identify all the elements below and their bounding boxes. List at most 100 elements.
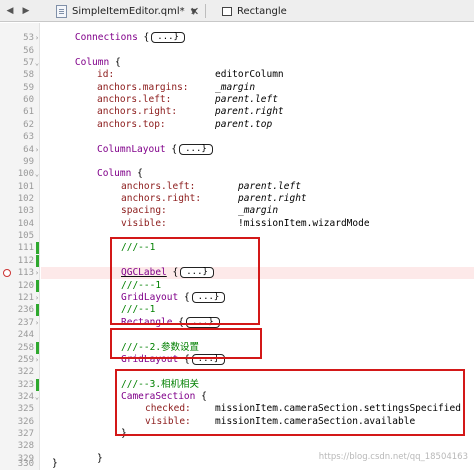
brace: { bbox=[172, 267, 179, 278]
property-value: missionItem.cameraSection.settingsSpecif… bbox=[215, 403, 461, 414]
code-line: 326 visible: missionItem.cameraSection.a… bbox=[0, 416, 474, 428]
property-key: id: bbox=[97, 69, 115, 80]
code-line: 103 spacing: _margin bbox=[0, 205, 474, 217]
code-line: 258 ///--2.参数设置 bbox=[0, 341, 474, 354]
line-number: 237 bbox=[17, 317, 34, 328]
line-number: 59 bbox=[23, 82, 34, 93]
modified-marker bbox=[36, 279, 39, 292]
file-tab-label: SimpleItemEditor.qml* bbox=[72, 5, 185, 17]
folded-block[interactable]: ...} bbox=[151, 32, 185, 43]
type-name: CameraSection bbox=[121, 391, 196, 402]
collapse-fold-icon[interactable]: ⌄ bbox=[34, 168, 40, 180]
line-number: 323 bbox=[17, 379, 34, 390]
expand-fold-icon[interactable]: › bbox=[34, 292, 40, 304]
property-key: visible: bbox=[121, 217, 167, 229]
code-line: 64 › ColumnLayout {...} bbox=[0, 143, 474, 156]
property-value: !missionItem.wizardMode bbox=[238, 217, 370, 229]
file-tab[interactable]: SimpleItemEditor.qml* ▼ bbox=[52, 0, 202, 22]
line-number: 100 bbox=[17, 169, 34, 179]
expand-fold-icon[interactable]: › bbox=[34, 317, 40, 329]
property-key: anchors.top: bbox=[97, 118, 166, 130]
nav-back-icon[interactable]: ◀ bbox=[4, 0, 16, 22]
property-value: editorColumn bbox=[215, 69, 284, 80]
code-line: 259 › GridLayout {...} bbox=[0, 354, 474, 366]
code-line: 57 ⌄ Column { bbox=[0, 57, 474, 69]
brace: { bbox=[171, 143, 178, 155]
line-number: 322 bbox=[17, 367, 34, 377]
code-editor[interactable]: 53 › Connections {...} 56 57 ⌄ Column { … bbox=[0, 23, 474, 470]
expand-fold-icon[interactable]: › bbox=[34, 32, 40, 44]
closing-brace: } bbox=[52, 458, 58, 469]
code-line: 322 bbox=[0, 366, 474, 378]
code-line: 62 anchors.top: parent.top bbox=[0, 119, 474, 131]
code-line: 56 bbox=[0, 45, 474, 57]
folded-block[interactable]: ...} bbox=[179, 143, 213, 155]
code-line: 53 › Connections {...} bbox=[0, 32, 474, 44]
editor-tab-bar: ◀ ▶ SimpleItemEditor.qml* ▼ ✕ Rectangle bbox=[0, 0, 474, 22]
code-line: 59 anchors.margins: _margin bbox=[0, 82, 474, 94]
property-value: _margin bbox=[238, 205, 279, 216]
line-number: 64 bbox=[23, 144, 34, 155]
line-number: 121 bbox=[17, 293, 34, 303]
modified-marker bbox=[36, 304, 39, 316]
property-key: anchors.left: bbox=[121, 180, 196, 192]
code-line: 63 bbox=[0, 131, 474, 143]
nav-forward-icon[interactable]: ▶ bbox=[20, 0, 32, 22]
brace: { bbox=[137, 168, 143, 179]
line-number: 326 bbox=[17, 416, 34, 427]
expand-fold-icon[interactable]: › bbox=[34, 144, 40, 156]
code-line: 112 bbox=[0, 254, 474, 267]
code-line: 324 ⌄ CameraSection { bbox=[0, 391, 474, 403]
folded-block[interactable]: ...} bbox=[185, 316, 220, 328]
property-key: visible: bbox=[145, 415, 191, 427]
type-name: Rectangle bbox=[121, 316, 173, 328]
line-number: 101 bbox=[17, 181, 34, 192]
folded-block[interactable]: ...} bbox=[180, 267, 214, 278]
code-line: 327 } bbox=[0, 428, 474, 440]
line-number: 244 bbox=[17, 330, 34, 340]
code-line: 325 checked: missionItem.cameraSection.s… bbox=[0, 403, 474, 415]
folded-block[interactable]: ...} bbox=[191, 354, 226, 365]
code-comment: ///---1 bbox=[121, 279, 162, 291]
modified-marker bbox=[36, 378, 39, 391]
code-comment: ///--1 bbox=[121, 304, 156, 315]
brace: { bbox=[114, 57, 121, 68]
type-name: Column bbox=[74, 57, 110, 68]
folded-block[interactable]: ...} bbox=[191, 292, 226, 303]
collapse-fold-icon[interactable]: ⌄ bbox=[34, 57, 40, 69]
code-line: 121 › GridLayout {...} bbox=[0, 292, 474, 304]
line-number: 258 bbox=[17, 342, 34, 353]
line-number: 113 bbox=[17, 268, 34, 278]
code-line: 244 bbox=[0, 329, 474, 341]
type-name: GridLayout bbox=[121, 354, 179, 365]
line-number: 102 bbox=[17, 194, 34, 204]
code-line: 323 ///--3.相机相关 bbox=[0, 378, 474, 391]
type-name: Column bbox=[97, 168, 132, 179]
line-number: 111 bbox=[17, 243, 34, 253]
brace: { bbox=[201, 391, 207, 402]
close-file-icon[interactable]: ✕ bbox=[190, 5, 199, 18]
property-key: anchors.left: bbox=[97, 94, 172, 105]
expand-fold-icon[interactable]: › bbox=[34, 267, 40, 279]
line-number: 60 bbox=[23, 95, 34, 105]
line-number: 53 bbox=[23, 33, 34, 43]
property-value: missionItem.cameraSection.available bbox=[215, 415, 416, 427]
line-number: 99 bbox=[23, 157, 34, 167]
code-line: 100 ⌄ Column { bbox=[0, 168, 474, 180]
line-number: 58 bbox=[23, 70, 34, 80]
modified-marker bbox=[36, 242, 39, 254]
symbol-tab[interactable]: Rectangle bbox=[222, 0, 342, 22]
qml-file-icon bbox=[56, 4, 67, 18]
property-key: spacing: bbox=[121, 205, 167, 216]
line-number: 328 bbox=[17, 441, 34, 451]
collapse-fold-icon[interactable]: ⌄ bbox=[34, 391, 40, 403]
type-name: QGCLabel bbox=[121, 267, 167, 278]
line-number: 259 bbox=[17, 355, 34, 365]
expand-fold-icon[interactable]: › bbox=[34, 354, 40, 366]
line-number: 103 bbox=[17, 206, 34, 216]
code-line: 236 ///--1 bbox=[0, 304, 474, 316]
code-line-current: 113 › QGCLabel {...} bbox=[0, 267, 474, 280]
symbol-icon bbox=[222, 6, 232, 16]
breakpoint-icon[interactable] bbox=[3, 269, 11, 277]
code-line: 328 bbox=[0, 440, 474, 452]
